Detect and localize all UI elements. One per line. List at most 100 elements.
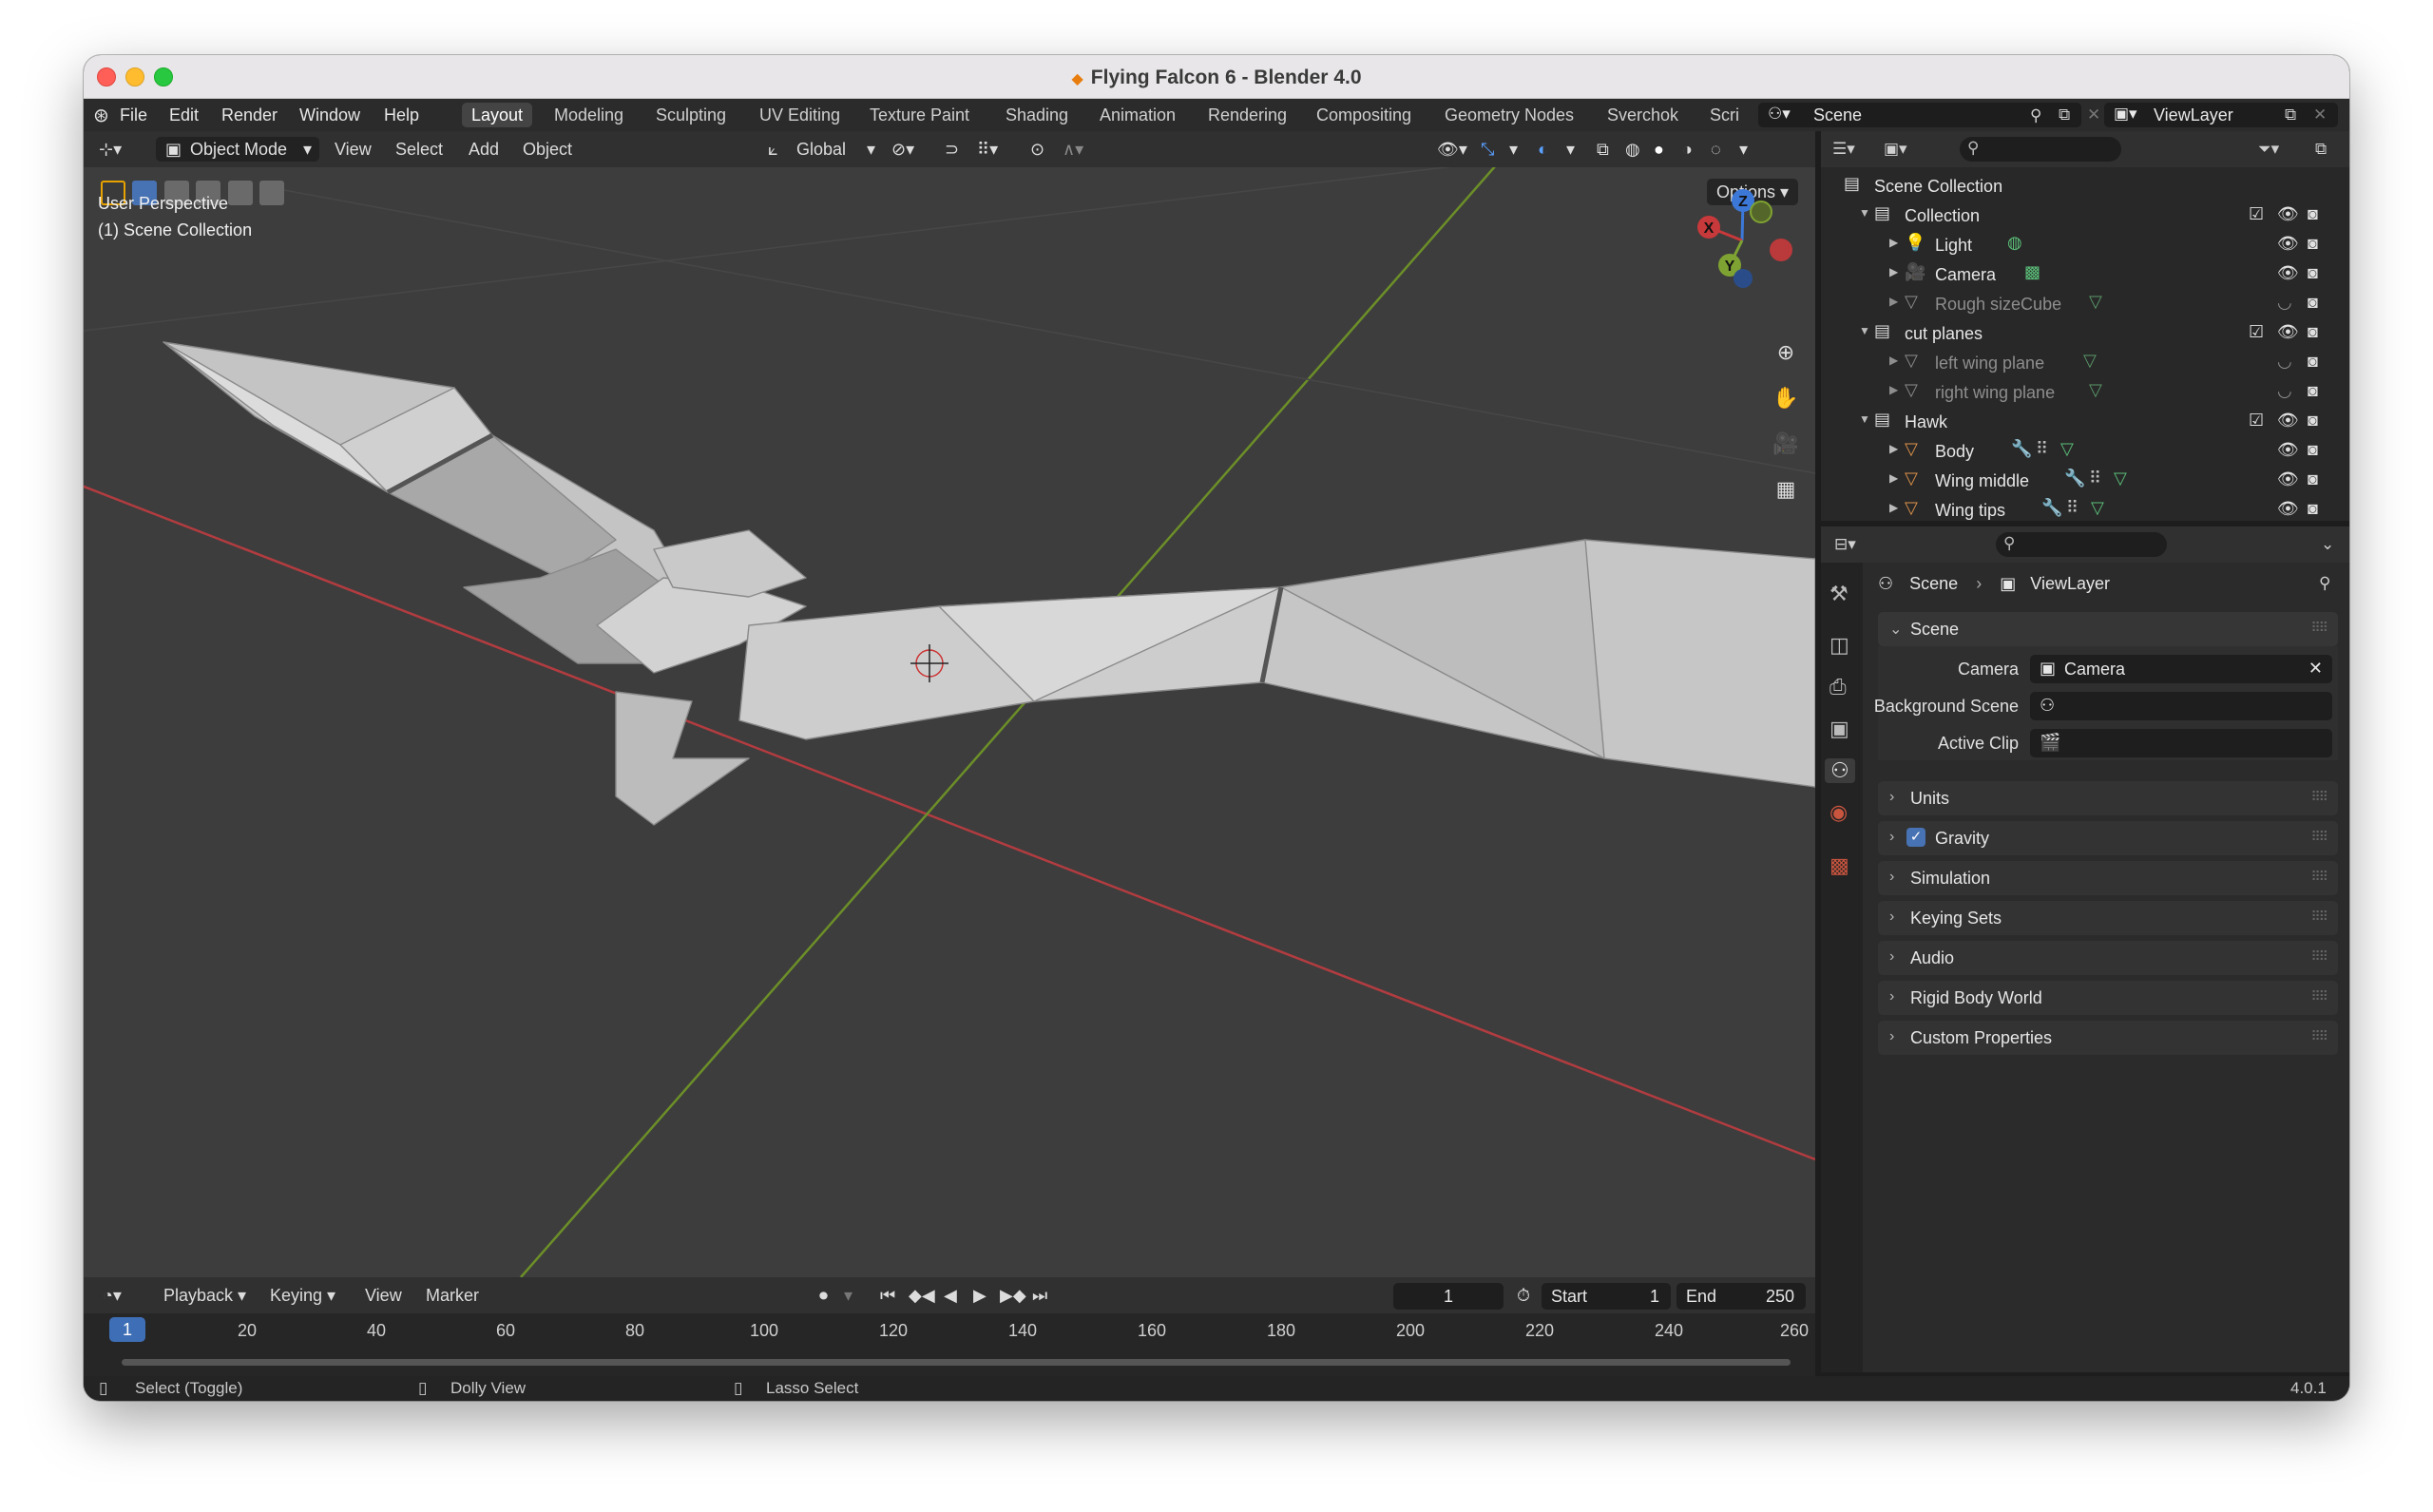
visibility-icon[interactable]: 👁▾ (1437, 140, 1467, 160)
drag-grip-icon[interactable]: ⠿⠿ (2310, 909, 2328, 925)
expand-arrow-icon[interactable]: ▶ (1889, 354, 1898, 367)
outliner-editor-type-icon[interactable]: ☰▾ (1832, 140, 1855, 159)
scene-tab-icon[interactable]: ⚇ (1825, 758, 1855, 783)
outliner-row-body[interactable]: ▶ ▽ Body 🔧 ⠿ ▽ 👁 ◙ (1821, 436, 2349, 466)
drag-grip-icon[interactable]: ⠿⠿ (2310, 869, 2328, 885)
new-viewlayer-icon[interactable]: ⧉ (2285, 105, 2296, 124)
tab-scripting[interactable]: Scri (1700, 103, 1749, 127)
start-frame-field[interactable]: Start 1 (1542, 1283, 1671, 1310)
render-camera-icon[interactable]: ◙ (2308, 293, 2318, 313)
render-camera-icon[interactable]: ◙ (2308, 440, 2318, 460)
mesh-data-icon[interactable]: ▽ (2114, 469, 2127, 488)
menu-file[interactable]: File (120, 105, 147, 125)
panel-simulation[interactable]: › Simulation ⠿⠿ (1878, 861, 2338, 895)
panel-units[interactable]: › Units ⠿⠿ (1878, 781, 2338, 815)
play-icon[interactable]: ▶ (973, 1286, 987, 1306)
eye-icon[interactable]: 👁 (2277, 204, 2299, 224)
tab-uv-editing[interactable]: UV Editing (750, 103, 850, 127)
menu-help[interactable]: Help (384, 105, 419, 125)
modifier-wrench-icon[interactable]: 🔧 (2011, 439, 2032, 459)
viewlayer-selector[interactable]: ▣▾ ViewLayer (2104, 103, 2338, 127)
eye-icon[interactable]: 👁 (2277, 234, 2299, 254)
eye-icon[interactable]: 👁 (2277, 263, 2299, 283)
chevron-down-icon[interactable]: ⌄ (2321, 535, 2334, 554)
vertex-groups-icon[interactable]: ⠿ (2066, 498, 2079, 518)
timeline-scrollbar[interactable] (122, 1359, 1791, 1366)
tab-animation[interactable]: Animation (1090, 103, 1185, 127)
outliner-row-left-wing-plane[interactable]: ▶ ▽ left wing plane ▽ ◡ ◙ (1821, 348, 2349, 377)
new-scene-icon[interactable]: ⧉ (2059, 105, 2070, 124)
panel-gravity[interactable]: › ✓ Gravity ⠿⠿ (1878, 821, 2338, 855)
pan-hand-icon[interactable]: ✋ (1768, 380, 1804, 416)
mesh-data-icon[interactable]: ▽ (2091, 498, 2104, 518)
light-data-icon[interactable]: ◍ (2007, 233, 2022, 253)
expand-arrow-icon[interactable]: ▶ (1889, 471, 1898, 485)
expand-arrow-icon[interactable]: ▼ (1859, 324, 1870, 337)
drag-grip-icon[interactable]: ⠿⠿ (2310, 988, 2328, 1005)
output-tab-icon[interactable]: ⎙ (1830, 675, 1847, 699)
material-shading-icon[interactable]: ◑ (1682, 140, 1693, 160)
camera-view-icon[interactable]: 🎥 (1768, 426, 1804, 462)
timeline-editor-type-icon[interactable]: ◔▾ (103, 1286, 122, 1306)
prev-keyframe-icon[interactable]: ◆◀ (909, 1286, 935, 1306)
snap-icon[interactable]: ⊃ (945, 140, 959, 160)
gravity-checkbox[interactable]: ✓ (1906, 828, 1925, 847)
eye-hidden-icon[interactable]: ◡ (2277, 293, 2292, 313)
transform-orientation-icon[interactable]: ⟀ (768, 140, 778, 160)
active-clip-field[interactable]: 🎬 (2030, 729, 2332, 757)
jump-end-icon[interactable]: ⏭ (1032, 1286, 1047, 1306)
tab-geometry-nodes[interactable]: Geometry Nodes (1435, 103, 1583, 127)
drag-grip-icon[interactable]: ⠿⠿ (2310, 620, 2328, 636)
timeline-menu-playback[interactable]: Playback ▾ (163, 1286, 246, 1306)
jump-start-icon[interactable]: ⏮ (880, 1286, 895, 1306)
render-tab-icon[interactable]: ◫ (1830, 633, 1849, 658)
menu-window[interactable]: Window (299, 105, 360, 125)
viewport-menu-select[interactable]: Select (395, 140, 443, 160)
editor-type-icon[interactable]: ⊹▾ (99, 140, 122, 160)
eye-icon[interactable]: 👁 (2277, 440, 2299, 460)
zoom-icon[interactable]: ⊕ (1768, 335, 1804, 371)
eye-icon[interactable]: 👁 (2277, 499, 2299, 519)
outliner[interactable]: ☰▾ ▣▾ ⚲ ⏷▾ ⧉ ▤ Scene Collection ▼ ▤ Coll… (1821, 131, 2349, 521)
exclude-checkbox-icon[interactable]: ☑ (2249, 322, 2264, 342)
delete-viewlayer-icon[interactable]: ✕ (2313, 105, 2327, 124)
mesh-data-icon[interactable]: ▽ (2060, 439, 2074, 459)
drag-grip-icon[interactable]: ⠿⠿ (2310, 1028, 2328, 1044)
render-camera-icon[interactable]: ◙ (2308, 322, 2318, 342)
exclude-checkbox-icon[interactable]: ☑ (2249, 411, 2264, 431)
view-layer-tab-icon[interactable]: ▣ (1830, 717, 1849, 741)
properties-editor-type-icon[interactable]: ⊟▾ (1834, 535, 1856, 554)
properties-editor[interactable]: ⊟▾ ⚲ ⌄ ⚒ ◫ ⎙ ▣ ⚇ ◉ ▩ ⚇ Scene › ▣ ViewLay… (1821, 526, 2349, 1372)
properties-search-input[interactable]: ⚲ (1996, 532, 2167, 557)
perspective-grid-icon[interactable]: ▦ (1768, 471, 1804, 507)
display-mode-icon[interactable]: ▣▾ (1884, 140, 1907, 159)
outliner-row-camera[interactable]: ▶ 🎥 Camera ▩ 👁 ◙ (1821, 259, 2349, 289)
panel-rigid-body-world[interactable]: › Rigid Body World ⠿⠿ (1878, 981, 2338, 1015)
eye-icon[interactable]: 👁 (2277, 411, 2299, 431)
outliner-row-hawk[interactable]: ▼ ▤ Hawk ☑ 👁 ◙ (1821, 407, 2349, 436)
tab-texture-paint[interactable]: Texture Paint (860, 103, 979, 127)
viewport-menu-object[interactable]: Object (523, 140, 572, 160)
pin-icon[interactable]: ⚲ (2030, 106, 2041, 125)
modifier-wrench-icon[interactable]: 🔧 (2041, 498, 2062, 518)
stopwatch-icon[interactable]: ⏱ (1517, 1286, 1530, 1306)
select-intersect-icon[interactable] (259, 181, 285, 205)
frame-ruler[interactable]: 1 20 40 60 80 100 120 140 160 180 200 22… (84, 1313, 1815, 1344)
wireframe-shading-icon[interactable]: ◍ (1625, 140, 1640, 160)
record-icon[interactable]: ⏺ (819, 1286, 828, 1306)
exclude-checkbox-icon[interactable]: ☑ (2249, 204, 2264, 224)
drag-grip-icon[interactable]: ⠿⠿ (2310, 829, 2328, 845)
timeline-menu-marker[interactable]: Marker (426, 1286, 479, 1306)
tab-layout[interactable]: Layout (462, 103, 533, 127)
end-frame-field[interactable]: End 250 (1676, 1283, 1806, 1310)
render-camera-icon[interactable]: ◙ (2308, 411, 2318, 431)
gizmo-toggle-icon[interactable]: ⤡ (1481, 140, 1494, 160)
playhead-badge[interactable]: 1 (109, 1317, 145, 1342)
pivot-icon[interactable]: ⊘▾ (891, 140, 914, 160)
viewport-menu-view[interactable]: View (335, 140, 372, 160)
overlay-toggle-icon[interactable]: ◐ (1538, 140, 1548, 160)
expand-arrow-icon[interactable]: ▶ (1889, 295, 1898, 308)
tab-sculpting[interactable]: Sculpting (646, 103, 736, 127)
camera-data-icon[interactable]: ▩ (2024, 262, 2040, 282)
panel-keying-sets[interactable]: › Keying Sets ⠿⠿ (1878, 901, 2338, 935)
